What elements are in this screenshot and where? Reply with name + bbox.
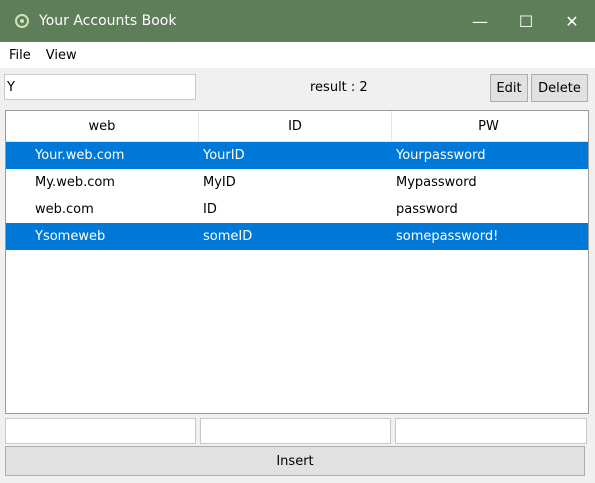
cell-web: Ysomeweb (35, 229, 106, 244)
edit-button[interactable]: Edit (490, 74, 528, 102)
cell-id: someID (203, 229, 253, 244)
close-button[interactable]: ✕ (549, 0, 595, 42)
maximize-button[interactable]: ☐ (503, 0, 549, 42)
close-icon: ✕ (565, 11, 579, 31)
cell-pw: somepassword! (396, 229, 499, 244)
cell-pw: Yourpassword (396, 148, 486, 163)
cell-web: Your.web.com (35, 148, 125, 163)
column-header-pw[interactable]: PW (392, 111, 585, 141)
window-controls: — ☐ ✕ (457, 0, 595, 42)
cell-pw: Mypassword (396, 175, 477, 190)
table-row[interactable]: My.web.com MyID Mypassword (6, 169, 588, 196)
cell-web: web.com (35, 202, 94, 217)
window-title: Your Accounts Book (39, 13, 177, 29)
title-bar: Your Accounts Book — ☐ ✕ (0, 0, 595, 42)
column-header-id[interactable]: ID (199, 111, 392, 141)
new-id-input[interactable] (200, 418, 391, 444)
menu-file[interactable]: File (9, 48, 31, 63)
table-row[interactable]: Ysomeweb someID somepassword! (6, 223, 588, 250)
toolbar: result : 2 Edit Delete (0, 70, 595, 106)
column-header-web[interactable]: web (6, 111, 199, 141)
insert-button[interactable]: Insert (5, 446, 585, 476)
delete-button[interactable]: Delete (531, 74, 588, 102)
menu-bar: File View (0, 42, 595, 68)
minimize-icon: — (472, 11, 488, 31)
cell-id: MyID (203, 175, 236, 190)
cell-id: YourID (203, 148, 245, 163)
maximize-icon: ☐ (518, 11, 534, 31)
table-row[interactable]: web.com ID password (6, 196, 588, 223)
table-body: Your.web.com YourID Yourpassword My.web.… (6, 142, 588, 250)
table-row[interactable]: Your.web.com YourID Yourpassword (6, 142, 588, 169)
new-web-input[interactable] (5, 418, 196, 444)
menu-view[interactable]: View (46, 48, 77, 63)
new-pw-input[interactable] (395, 418, 587, 444)
accounts-table[interactable]: web ID PW Your.web.com YourID Yourpasswo… (5, 110, 589, 414)
cell-id: ID (203, 202, 217, 217)
cell-pw: password (396, 202, 458, 217)
new-entry-fields (5, 418, 589, 444)
leaf-icon (15, 14, 29, 28)
cell-web: My.web.com (35, 175, 115, 190)
result-count: result : 2 (310, 80, 368, 95)
minimize-button[interactable]: — (457, 0, 503, 42)
search-input[interactable] (4, 74, 196, 100)
table-header: web ID PW (6, 111, 588, 142)
